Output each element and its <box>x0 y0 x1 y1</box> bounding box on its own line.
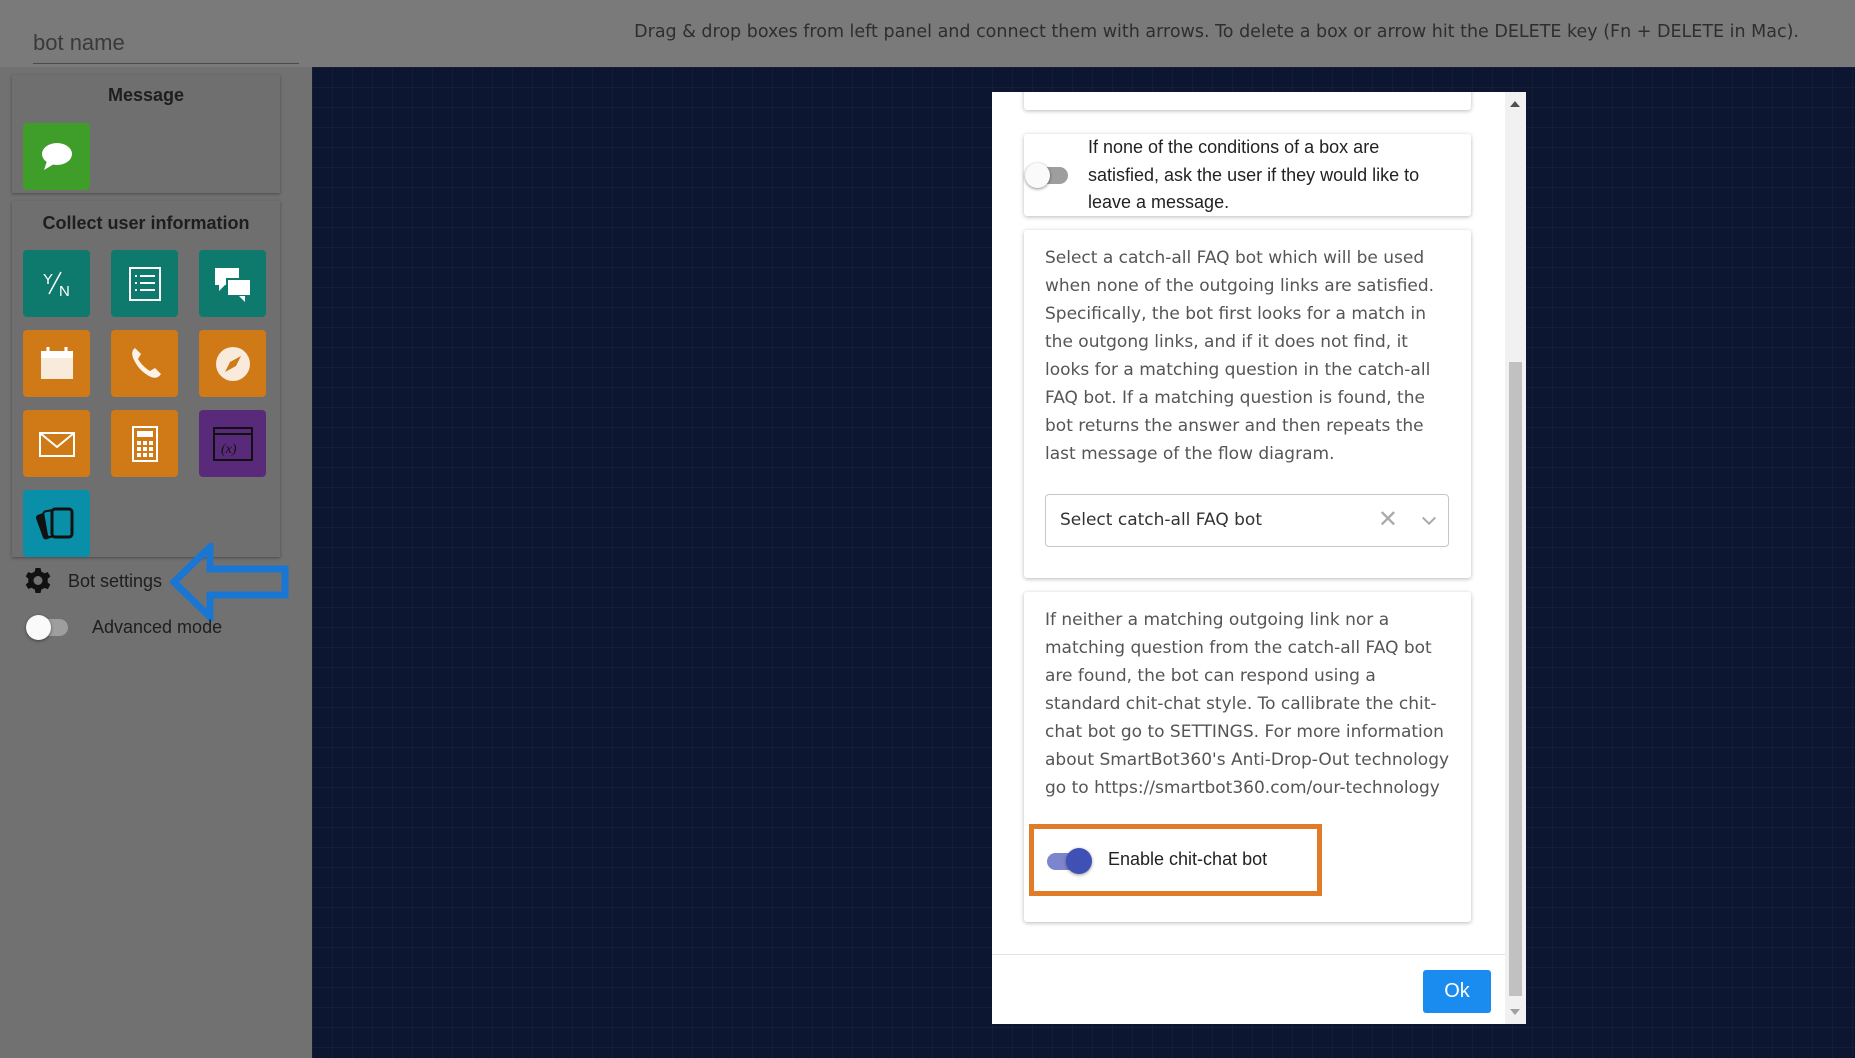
calculator-icon <box>131 425 158 462</box>
bot-settings-row[interactable]: Bot settings <box>22 564 182 600</box>
dialog-scrollbar[interactable] <box>1505 92 1526 1024</box>
chat-icon <box>214 267 252 302</box>
chitchat-toggle[interactable] <box>1044 847 1092 877</box>
dialog-body: If none of the conditions of a box are s… <box>992 92 1505 954</box>
variable-icon: (x) <box>212 426 253 461</box>
message-icon <box>41 142 72 170</box>
svg-text:N: N <box>59 283 70 300</box>
compass-icon <box>215 346 250 381</box>
collect-palette: Collect user information Y N (x) <box>12 201 280 557</box>
left-panel: Message Collect user information Y N (x)… <box>0 67 312 1058</box>
chat-tile[interactable] <box>199 250 266 317</box>
bot-name-input[interactable]: bot name <box>33 22 299 64</box>
svg-text:Y: Y <box>43 271 53 288</box>
phone-tile[interactable] <box>111 330 178 397</box>
faq-select-placeholder: Select catch-all FAQ bot <box>1060 510 1262 530</box>
leave-message-knob <box>1025 163 1050 188</box>
dialog-footer: Ok <box>992 954 1505 1024</box>
faq-bot-select[interactable]: Select catch-all FAQ bot ✕ <box>1045 494 1449 547</box>
advanced-mode-toggle[interactable]: Advanced mode <box>26 612 246 642</box>
calendar-icon <box>40 346 73 379</box>
email-icon <box>38 431 75 457</box>
instructions-text: Drag & drop boxes from left panel and co… <box>634 22 1799 42</box>
email-tile[interactable] <box>23 410 90 477</box>
scrollbar-thumb[interactable] <box>1509 362 1522 996</box>
chevron-down-icon[interactable] <box>1420 512 1438 530</box>
clear-icon[interactable]: ✕ <box>1378 505 1398 534</box>
chitchat-knob <box>1066 848 1092 874</box>
advanced-mode-label: Advanced mode <box>92 617 223 637</box>
top-bar: bot name Drag & drop boxes from left pan… <box>0 0 1855 67</box>
ok-button[interactable]: Ok <box>1423 970 1491 1013</box>
previous-card <box>1024 92 1471 110</box>
yes-no-tile[interactable]: Y N <box>23 250 90 317</box>
list-tile[interactable] <box>111 250 178 317</box>
chitchat-highlight-box: Enable chit-chat bot <box>1029 824 1322 896</box>
chitchat-text: If neither a matching outgoing link nor … <box>1045 610 1450 798</box>
bot-settings-dialog: If none of the conditions of a box are s… <box>992 92 1526 1024</box>
scroll-down-icon[interactable] <box>1510 1009 1520 1015</box>
chitchat-card: If neither a matching outgoing link nor … <box>1024 592 1471 922</box>
list-icon <box>128 266 161 301</box>
phone-icon <box>131 347 161 378</box>
chitchat-toggle-label: Enable chit-chat bot <box>1108 849 1268 869</box>
faq-text: Select a catch-all FAQ bot which will be… <box>1045 248 1435 464</box>
cards-tile[interactable] <box>23 490 90 557</box>
calculator-tile[interactable] <box>111 410 178 477</box>
cards-icon <box>35 507 73 539</box>
yes-no-icon: Y N <box>43 271 70 300</box>
bot-settings-label: Bot settings <box>68 571 163 591</box>
scroll-up-icon[interactable] <box>1510 101 1520 107</box>
message-title: Message <box>107 85 185 105</box>
advanced-mode-knob <box>26 615 51 640</box>
message-tile[interactable] <box>23 123 90 190</box>
message-palette: Message <box>12 75 280 193</box>
calendar-tile[interactable] <box>23 330 90 397</box>
leave-message-toggle[interactable] <box>1024 162 1072 192</box>
variable-tile[interactable]: (x) <box>199 410 266 477</box>
no-conditions-card: If none of the conditions of a box are s… <box>1024 134 1471 216</box>
left-arrow-annotation-icon <box>170 543 289 621</box>
gear-icon <box>25 568 51 593</box>
faq-card: Select a catch-all FAQ bot which will be… <box>1024 230 1471 578</box>
no-conditions-text: If none of the conditions of a box are s… <box>1088 137 1420 212</box>
svg-text:(x): (x) <box>221 442 237 457</box>
compass-tile[interactable] <box>199 330 266 397</box>
collect-title: Collect user information <box>42 213 250 233</box>
